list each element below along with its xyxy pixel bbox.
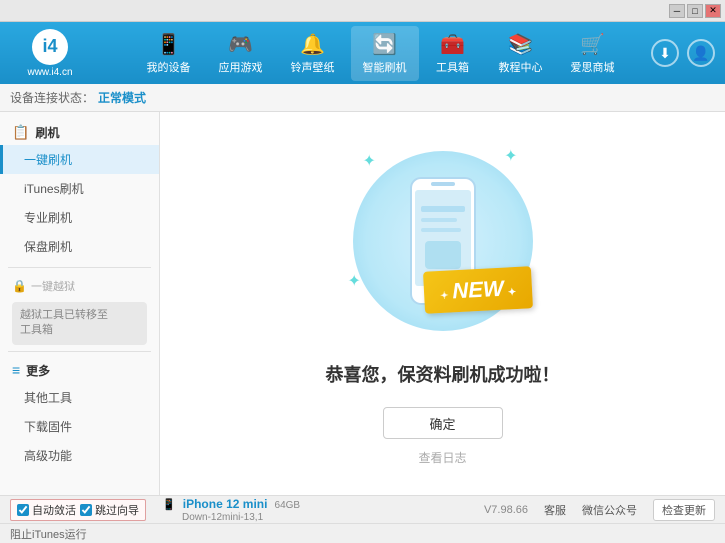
new-badge: NEW bbox=[423, 266, 533, 314]
nav-icon-smart-flash: 🔄 bbox=[372, 32, 397, 57]
sidebar-item-other-tools[interactable]: 其他工具 bbox=[0, 383, 159, 412]
nav-item-my-device[interactable]: 📱 我的设备 bbox=[135, 26, 203, 81]
sidebar-item-save-flash[interactable]: 保盘刷机 bbox=[0, 232, 159, 261]
nav-label-toolbox: 工具箱 bbox=[436, 59, 469, 75]
header-right: ⬇ 👤 bbox=[651, 39, 715, 67]
bottom-bar: 自动敛活 跳过向导 📱 iPhone 12 mini 64GB Down-12m… bbox=[0, 495, 725, 523]
sparkle-3: ✦ bbox=[348, 271, 361, 291]
auto-start-checkbox-item: 自动敛活 bbox=[17, 502, 76, 518]
sidebar-item-one-click-flash[interactable]: 一键刷机 bbox=[0, 145, 159, 174]
maximize-button[interactable]: □ bbox=[687, 4, 703, 18]
logo-text: www.i4.cn bbox=[27, 67, 72, 78]
nav-item-toolbox[interactable]: 🧰 工具箱 bbox=[423, 26, 483, 81]
logo-area[interactable]: i4 www.i4.cn bbox=[10, 29, 90, 78]
sidebar-section-flash: 📋 刷机 bbox=[0, 120, 159, 145]
service-link[interactable]: 客服 bbox=[544, 502, 566, 518]
nav-item-mall[interactable]: 🛒 爱思商城 bbox=[559, 26, 627, 81]
wechat-link[interactable]: 微信公众号 bbox=[582, 502, 637, 518]
nav-label-apps-games: 应用游戏 bbox=[219, 59, 263, 75]
nav-item-tutorials[interactable]: 📚 教程中心 bbox=[487, 26, 555, 81]
device-phone-icon: 📱 bbox=[162, 499, 176, 511]
nav-item-ringtones[interactable]: 🔔 铃声壁纸 bbox=[279, 26, 347, 81]
nav-label-tutorials: 教程中心 bbox=[499, 59, 543, 75]
nav-label-ringtones: 铃声壁纸 bbox=[291, 59, 335, 75]
lock-icon: 🔒 bbox=[12, 279, 27, 293]
device-storage: 64GB bbox=[275, 500, 301, 511]
jailbreak-label: 一键越狱 bbox=[31, 278, 75, 294]
device-version: Down-12mini-13,1 bbox=[182, 512, 263, 523]
sidebar-item-download-firmware[interactable]: 下载固件 bbox=[0, 412, 159, 441]
skip-guide-checkbox[interactable] bbox=[80, 504, 92, 516]
sidebar: 📋 刷机 一键刷机 iTunes刷机 专业刷机 保盘刷机 🔒 一键越狱 越狱工具… bbox=[0, 112, 160, 495]
bottom-right: V7.98.66 客服 微信公众号 检查更新 bbox=[484, 499, 715, 521]
nav-label-smart-flash: 智能刷机 bbox=[363, 59, 407, 75]
skip-guide-label: 跳过向导 bbox=[95, 502, 139, 518]
close-button[interactable]: ✕ bbox=[705, 4, 721, 18]
sidebar-section-more: ≡ 更多 bbox=[0, 358, 159, 383]
version-text: V7.98.66 bbox=[484, 504, 528, 516]
success-message: 恭喜您，保资料刷机成功啦！ bbox=[326, 361, 560, 387]
nav-label-mall: 爱思商城 bbox=[571, 59, 615, 75]
nav-icon-mall: 🛒 bbox=[580, 32, 605, 57]
minimize-button[interactable]: ─ bbox=[669, 4, 685, 18]
nav-icon-my-device: 📱 bbox=[156, 32, 181, 57]
user-button[interactable]: 👤 bbox=[687, 39, 715, 67]
sidebar-divider-1 bbox=[8, 267, 151, 268]
auto-start-checkbox[interactable] bbox=[17, 504, 29, 516]
logo-icon: i4 bbox=[32, 29, 68, 65]
device-info: 📱 iPhone 12 mini 64GB Down-12mini-13,1 bbox=[162, 497, 300, 523]
status-value: 正常模式 bbox=[98, 89, 146, 106]
sidebar-section-jailbreak: 🔒 一键越狱 bbox=[0, 274, 159, 298]
sidebar-item-advanced[interactable]: 高级功能 bbox=[0, 441, 159, 470]
nav-icon-toolbox: 🧰 bbox=[440, 32, 465, 57]
nav-item-smart-flash[interactable]: 🔄 智能刷机 bbox=[351, 26, 419, 81]
main-layout: 📋 刷机 一键刷机 iTunes刷机 专业刷机 保盘刷机 🔒 一键越狱 越狱工具… bbox=[0, 112, 725, 495]
checkbox-area: 自动敛活 跳过向导 bbox=[10, 499, 146, 521]
nav-icon-tutorials: 📚 bbox=[508, 32, 533, 57]
illustration: NEW ✦ ✦ ✦ bbox=[343, 141, 543, 341]
title-bar-buttons: ─ □ ✕ bbox=[669, 4, 721, 18]
nav-label-my-device: 我的设备 bbox=[147, 59, 191, 75]
status-label: 设备连接状态： bbox=[10, 89, 94, 106]
stop-itunes-label[interactable]: 阻止iTunes运行 bbox=[10, 526, 87, 542]
sparkle-1: ✦ bbox=[363, 151, 376, 171]
title-bar: ─ □ ✕ bbox=[0, 0, 725, 22]
sidebar-divider-2 bbox=[8, 351, 151, 352]
status-bar: 设备连接状态： 正常模式 bbox=[0, 84, 725, 112]
nav-icon-apps-games: 🎮 bbox=[228, 32, 253, 57]
header: i4 www.i4.cn 📱 我的设备 🎮 应用游戏 🔔 铃声壁纸 🔄 智能刷机… bbox=[0, 22, 725, 84]
update-button[interactable]: 检查更新 bbox=[653, 499, 715, 521]
view-log-link[interactable]: 查看日志 bbox=[418, 449, 466, 466]
flash-section-label: 刷机 bbox=[35, 124, 59, 141]
confirm-button[interactable]: 确定 bbox=[383, 407, 503, 439]
flash-section-icon: 📋 bbox=[12, 124, 29, 141]
more-section-icon: ≡ bbox=[12, 362, 20, 378]
nav-bar: 📱 我的设备 🎮 应用游戏 🔔 铃声壁纸 🔄 智能刷机 🧰 工具箱 📚 教程中心… bbox=[110, 26, 651, 81]
device-name: iPhone 12 mini bbox=[183, 497, 268, 511]
download-button[interactable]: ⬇ bbox=[651, 39, 679, 67]
sparkle-2: ✦ bbox=[504, 146, 517, 166]
bottom-left: 自动敛活 跳过向导 📱 iPhone 12 mini 64GB Down-12m… bbox=[10, 497, 300, 523]
auto-start-label: 自动敛活 bbox=[32, 502, 76, 518]
skip-guide-checkbox-item: 跳过向导 bbox=[80, 502, 139, 518]
sidebar-item-itunes-flash[interactable]: iTunes刷机 bbox=[0, 174, 159, 203]
content-area: NEW ✦ ✦ ✦ 恭喜您，保资料刷机成功啦！ 确定 查看日志 bbox=[160, 112, 725, 495]
jailbreak-note: 越狱工具已转移至工具箱 bbox=[12, 302, 147, 345]
more-section-label: 更多 bbox=[26, 362, 50, 379]
stop-itunes-bar: 阻止iTunes运行 bbox=[0, 523, 725, 543]
nav-item-apps-games[interactable]: 🎮 应用游戏 bbox=[207, 26, 275, 81]
sidebar-item-pro-flash[interactable]: 专业刷机 bbox=[0, 203, 159, 232]
nav-icon-ringtones: 🔔 bbox=[300, 32, 325, 57]
